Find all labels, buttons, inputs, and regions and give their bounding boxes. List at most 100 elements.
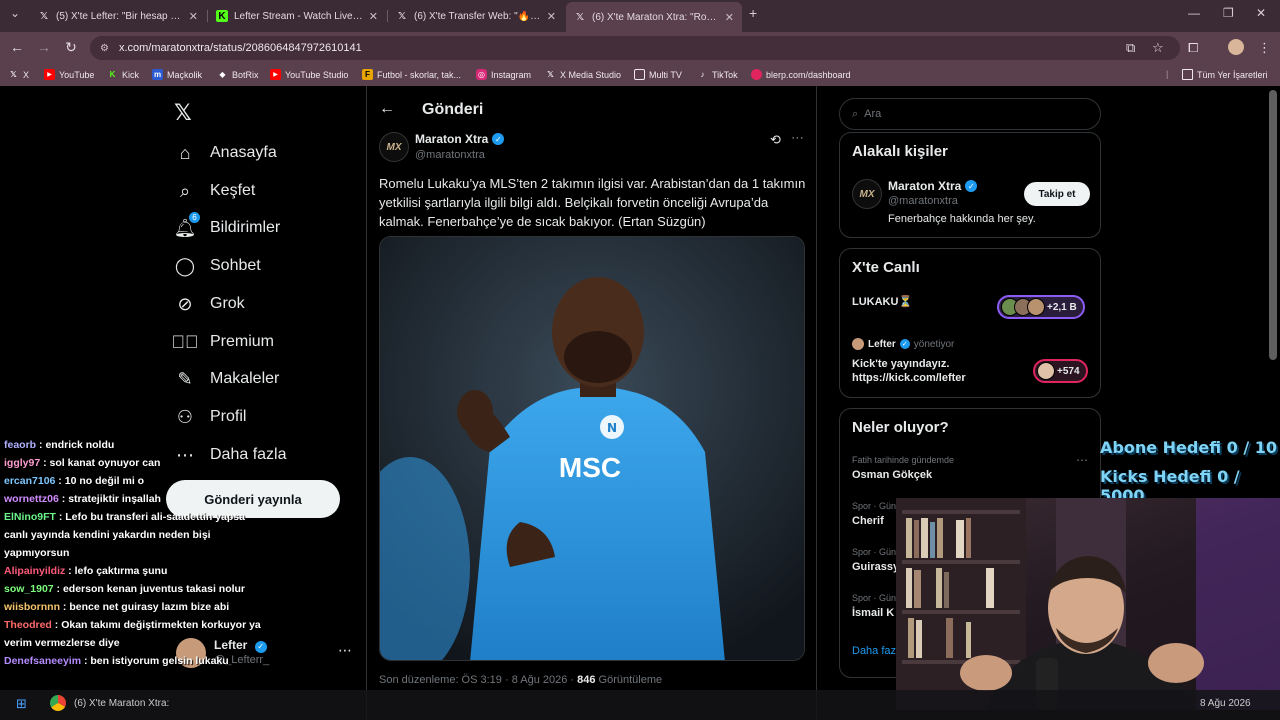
bookmark-label: YouTube xyxy=(59,69,95,80)
live-item-title[interactable]: LUKAKU⏳ xyxy=(852,295,912,308)
page-scrollbar[interactable] xyxy=(1269,90,1277,360)
webcam-overlay xyxy=(896,498,1280,710)
address-bar[interactable]: ⚙ x.com/maratonxtra/status/2086064847972… xyxy=(90,36,1180,60)
bookmark-youtube[interactable]: ▶ YouTube xyxy=(44,69,94,80)
close-icon[interactable]: ✕ xyxy=(369,10,378,23)
chat-username: Denefsaneeyim xyxy=(4,655,82,667)
reload-icon[interactable]: ↻ xyxy=(62,39,80,56)
trend-name[interactable]: İsmail K xyxy=(852,607,894,619)
botrix-icon: ◆ xyxy=(219,70,226,79)
close-icon[interactable]: ✕ xyxy=(189,10,198,23)
bookmark-star-icon[interactable]: ☆ xyxy=(1152,40,1164,56)
bookmark-label: blerp.com/dashboard xyxy=(766,69,851,80)
bookmark-multi-tv[interactable]: Multi TV xyxy=(634,69,682,80)
bookmark-tiktok[interactable]: ♪ TikTok xyxy=(697,69,738,80)
back-icon[interactable]: ← xyxy=(8,39,26,55)
grok-explain-icon[interactable]: ⟲ xyxy=(770,132,781,148)
nav-item-chat[interactable]: ◯ Sohbet xyxy=(174,253,261,279)
tab-lefter-kick[interactable]: K Lefter Stream - Watch Live on K ✕ xyxy=(208,4,386,28)
restore-icon[interactable]: ❐ xyxy=(1223,6,1234,20)
site-info-icon[interactable]: ⚙ xyxy=(100,43,109,54)
window-close-icon[interactable]: ✕ xyxy=(1256,6,1266,20)
post-timestamp: Son düzenleme: ÖS 3:19 · 8 Ağu 2026 · xyxy=(379,674,578,686)
listener-avatar xyxy=(1037,362,1055,380)
new-tab-button[interactable]: + xyxy=(749,5,757,21)
all-bookmarks-folder[interactable]: Tüm Yer İşaretleri xyxy=(1182,69,1268,80)
profile-avatar[interactable] xyxy=(1228,39,1244,55)
bookmark-instagram[interactable]: ◎ Instagram xyxy=(476,69,531,80)
tab-maraton-xtra[interactable]: 𝕏 (6) X'te Maraton Xtra: "Romelu ✕ xyxy=(566,2,742,32)
nav-item-grok[interactable]: ⊘ Grok xyxy=(174,291,244,317)
nav-item-notifications[interactable]: 🔔︎ 6 Bildirimler xyxy=(174,212,280,241)
bookmark-youtube-studio[interactable]: ▶ YouTube Studio xyxy=(270,69,348,80)
account-menu-icon[interactable]: ⋯ xyxy=(338,642,352,659)
nav-item-explore[interactable]: ⌕ Keşfet xyxy=(174,178,255,204)
bookmark-kick[interactable]: K Kick xyxy=(107,69,139,80)
nav-item-label: Anasayfa xyxy=(210,144,277,161)
post-image[interactable]: N MSC xyxy=(379,236,805,661)
windows-start-icon[interactable]: ⊞ xyxy=(16,696,27,712)
chat-separator: : xyxy=(81,655,91,667)
browser-menu-icon[interactable]: ⋮ xyxy=(1258,40,1271,56)
close-icon[interactable]: ✕ xyxy=(547,10,556,23)
follow-button[interactable]: Takip et xyxy=(1024,182,1090,206)
post-avatar[interactable]: MX xyxy=(379,132,409,162)
chat-text: lefo çaktırma şunu xyxy=(74,565,168,577)
forward-icon[interactable]: → xyxy=(35,39,53,55)
post-more-icon[interactable]: ⋯ xyxy=(791,130,804,146)
search-icon: ⌕ xyxy=(852,107,859,120)
trend-name[interactable]: Guirassy xyxy=(852,561,899,573)
search-input[interactable]: ⌕ Ara xyxy=(839,98,1101,130)
bookmark-botrix[interactable]: ◆ BotRix xyxy=(217,69,258,80)
taskbar-window-label[interactable]: (6) X'te Maraton Xtra: xyxy=(74,698,169,709)
minimize-icon[interactable]: — xyxy=(1188,6,1200,20)
chat-text: ben istiyorum gelsin lukaku xyxy=(90,655,229,667)
back-arrow-icon[interactable]: ← xyxy=(379,100,395,118)
x-logo-icon[interactable]: 𝕏 xyxy=(174,100,192,126)
live-listeners-pill[interactable]: +2,1 B xyxy=(997,295,1085,319)
live-host[interactable]: Lefter ✓ yönetiyor xyxy=(852,338,954,350)
trend-name[interactable]: Osman Gökçek xyxy=(852,469,932,481)
bookmark-futbol[interactable]: F Futbol - skorlar, tak... xyxy=(362,69,461,80)
nav-item-premium[interactable]: ✓⃝ Premium xyxy=(171,329,275,355)
extensions-icon[interactable]: ⧠ xyxy=(1188,40,1198,56)
chat-message: feaorb : endrick noldu xyxy=(0,436,270,454)
bookmark-x-media-studio[interactable]: 𝕏 X Media Studio xyxy=(545,69,621,80)
live-listeners-pill[interactable]: +574 xyxy=(1033,359,1088,383)
post-author-handle[interactable]: @maratonxtra xyxy=(415,149,485,161)
tab-transfer-web[interactable]: 𝕏 (6) X'te Transfer Web: "🔥 FOR ✕ xyxy=(388,4,564,28)
card-title: Alakalı kişiler xyxy=(852,143,948,160)
chat-text: sol kanat oynuyor can xyxy=(49,457,161,469)
bookmark-x[interactable]: 𝕏X xyxy=(8,69,29,80)
related-handle[interactable]: @maratonxtra xyxy=(888,195,958,207)
x-icon: 𝕏 xyxy=(397,10,407,22)
bookmark-label: X xyxy=(23,69,30,80)
chrome-icon[interactable] xyxy=(50,695,66,711)
install-icon[interactable]: ⧉ xyxy=(1126,40,1135,56)
nav-item-profile[interactable]: ⚇ Profil xyxy=(174,404,247,430)
chat-separator: : xyxy=(60,601,70,613)
bookmark-blerp[interactable]: blerp.com/dashboard xyxy=(751,69,851,80)
tab-lefter-x[interactable]: 𝕏 (5) X'te Lefter: "Bir hesap etmey ✕ xyxy=(30,4,206,28)
bookmark-mackolik[interactable]: m Maçkolik xyxy=(152,69,202,80)
grok-icon: ⊘ xyxy=(177,293,193,314)
bookmark-label: YouTube Studio xyxy=(285,69,349,80)
chat-text: stratejiktir inşallah xyxy=(68,493,161,505)
show-more-link[interactable]: Daha faz xyxy=(852,645,896,657)
premium-icon: ✓⃝ xyxy=(171,331,199,352)
chat-message: wiisbornnn : bence net guirasy lazım biz… xyxy=(0,598,270,616)
live-item-title[interactable]: Kick'te yayındayız. https://kick.com/lef… xyxy=(852,357,1002,385)
card-title: Neler oluyor? xyxy=(852,419,949,436)
trend-more-icon[interactable]: ⋯ xyxy=(1076,453,1088,467)
related-name[interactable]: Maraton Xtra ✓ xyxy=(888,179,978,193)
x-icon: 𝕏 xyxy=(547,70,554,79)
instagram-icon: ◎ xyxy=(476,69,487,80)
trend-name[interactable]: Cherif xyxy=(852,515,884,527)
nav-item-home[interactable]: ⌂ Anasayfa xyxy=(174,140,277,166)
bookmark-label: Instagram xyxy=(491,69,532,80)
post-author-name[interactable]: Maraton Xtra ✓ xyxy=(415,132,505,146)
tab-search-icon[interactable]: ⌄ xyxy=(10,6,20,20)
close-icon[interactable]: ✕ xyxy=(725,11,734,24)
nav-item-articles[interactable]: ✎ Makaleler xyxy=(174,366,279,392)
related-avatar[interactable]: MX xyxy=(852,179,882,209)
